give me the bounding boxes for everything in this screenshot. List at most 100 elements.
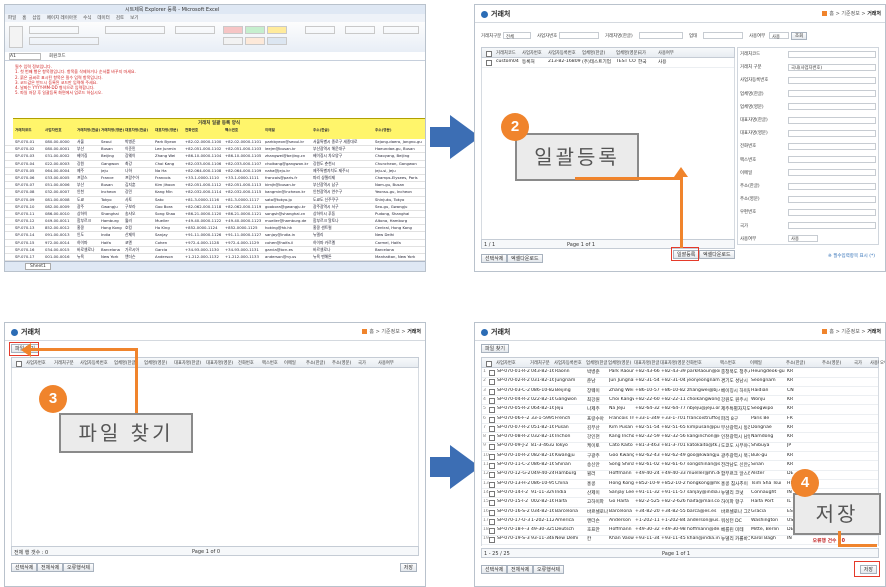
form-field[interactable] bbox=[788, 208, 876, 216]
excel-cell[interactable]: 김지훈 bbox=[125, 182, 154, 188]
table-row[interactable]: 10 SP-070-10-R-2082-82-1691Kwangju 구광주 Goo … bbox=[482, 452, 878, 462]
upload-pager[interactable]: Page 1 of 0 bbox=[192, 549, 220, 555]
excel-cell[interactable]: Nam-gu, Busan bbox=[375, 182, 425, 187]
excel-cell[interactable]: +91-11-0000-1126 bbox=[185, 232, 224, 237]
excel-cell[interactable]: +972-4-000-1128 bbox=[185, 240, 224, 245]
excel-cell[interactable]: Yeonsu-gu, Incheon bbox=[375, 189, 425, 194]
form-field[interactable] bbox=[788, 195, 876, 203]
form-field[interactable]: 국내(사업자번호) bbox=[788, 63, 876, 71]
excel-cell[interactable]: +82-051-000-1102 bbox=[185, 146, 224, 151]
row-checkbox[interactable] bbox=[489, 379, 495, 386]
excel-cell[interactable]: Gangwon bbox=[101, 161, 124, 166]
excel-cell[interactable]: Jeju-si, Jeju bbox=[375, 168, 425, 173]
excel-cell[interactable]: 인도 bbox=[77, 232, 100, 238]
excel-cell[interactable]: 코엔 bbox=[125, 240, 154, 246]
excel-cell[interactable]: Sanjay bbox=[155, 232, 184, 237]
excel-cell[interactable]: garcia@bcn.es bbox=[265, 247, 312, 252]
form-field[interactable] bbox=[788, 76, 876, 84]
excel-cell[interactable]: Manhattan, New York bbox=[375, 254, 425, 259]
error-delete-button[interactable]: 오류행삭제 bbox=[533, 565, 565, 574]
row-checkbox[interactable] bbox=[489, 509, 495, 516]
excel-row[interactable]: SP-070-11 086-00-0010 상하이 Shanghai 송샤오 Song S… bbox=[5, 211, 425, 219]
excel-cell[interactable]: 852-00-0012 bbox=[45, 225, 76, 230]
excel-cell[interactable]: 032-00-0007 bbox=[45, 189, 76, 194]
font-style-toolbar[interactable] bbox=[29, 37, 99, 45]
excel-cell[interactable]: SP-070-13 bbox=[15, 225, 44, 230]
excel-cell[interactable]: 사토 bbox=[125, 197, 154, 203]
excel-cell[interactable]: mueller@hamburg.de bbox=[265, 218, 312, 223]
excel-cell[interactable]: choikang@gangwon.kr bbox=[265, 161, 312, 166]
excel-cell[interactable]: 인천광역시 연수구 bbox=[313, 189, 374, 195]
search-button[interactable]: 조회 bbox=[791, 31, 808, 40]
excel-cell[interactable]: Mueller bbox=[155, 218, 184, 223]
table-row[interactable]: 4 SP-070-04-R-2022-82-1691Gangwon 최강원 Choi … bbox=[482, 396, 878, 406]
form-field[interactable]: 사용 bbox=[788, 235, 818, 243]
excel-cell[interactable]: Incheon bbox=[101, 189, 124, 194]
excel-cell[interactable]: Goo Bora bbox=[155, 204, 184, 209]
excel-cell[interactable]: +1-212-000-1133 bbox=[225, 254, 264, 259]
excel-row[interactable]: SP-070-14 091-00-0013 인도 India 산제이 Sanjay +91-… bbox=[5, 232, 425, 240]
excel-cell[interactable]: +852-0000-1124 bbox=[185, 225, 224, 230]
excel-cell[interactable]: 도쿄도 신주쿠구 bbox=[313, 197, 374, 203]
number-format-select[interactable] bbox=[175, 26, 215, 34]
excel-cell[interactable]: Seo-gu, Gwangju bbox=[375, 204, 425, 209]
row-checkbox[interactable] bbox=[489, 528, 495, 535]
excel-row[interactable]: SP-070-02 080-00-0001 부산 Busan 이준민 Lee Junmin… bbox=[5, 146, 425, 154]
table-row[interactable]: 3 SP-070-03-C-2086-10-8282Beijing 장웨이 Zhang… bbox=[482, 387, 878, 397]
row-checkbox[interactable] bbox=[489, 444, 495, 451]
excel-cell[interactable]: +49-40-0000-1122 bbox=[185, 218, 224, 223]
row-checkbox[interactable] bbox=[489, 435, 495, 442]
excel-cell[interactable]: sato@tokyo.jp bbox=[265, 197, 312, 202]
excel-cell[interactable]: 049-00-0011 bbox=[45, 218, 76, 223]
excel-cell[interactable]: Ho King bbox=[155, 225, 184, 230]
excel-cell[interactable]: parkbyeon@seoul.kr bbox=[265, 139, 312, 144]
excel-cell[interactable]: 하이파 카르멜 bbox=[313, 240, 374, 246]
excel-cell[interactable]: SP-070-12 bbox=[15, 218, 44, 223]
excel-row[interactable]: SP-070-16 034-00-0015 바로셀로나 Barcelona 가르시아 Ga… bbox=[5, 247, 425, 254]
excel-tab-3[interactable]: 페이지 레이아웃 bbox=[47, 15, 77, 21]
excel-cell[interactable]: +82-062-000-1118 bbox=[185, 204, 224, 209]
excel-cell[interactable]: Hong Kong bbox=[101, 225, 124, 230]
form-field[interactable] bbox=[788, 129, 876, 137]
excel-cell[interactable]: kangmin@incheon.kr bbox=[265, 189, 312, 194]
excel-cell[interactable]: Pudong, Shanghai bbox=[375, 211, 425, 216]
delete-all-button[interactable]: 전체삭제 bbox=[37, 563, 64, 572]
excel-row[interactable]: SP-070-08 032-00-0007 인천 Incheon 강민 Kang Min +… bbox=[5, 189, 425, 197]
excel-cell[interactable]: 051-00-0006 bbox=[45, 182, 76, 187]
excel-cell[interactable]: Sejong-daero, Jongno-gu bbox=[375, 139, 425, 144]
formula-bar[interactable]: A1 회원코드 bbox=[5, 52, 425, 61]
excel-cell[interactable]: Sato bbox=[155, 197, 184, 202]
excel-cell[interactable]: 호킹 bbox=[125, 225, 154, 231]
excel-cell[interactable]: sanjay@india.in bbox=[265, 232, 312, 237]
error-delete-button[interactable]: 오류행삭제 bbox=[63, 563, 95, 572]
excel-cell[interactable]: SP-070-11 bbox=[15, 211, 44, 216]
excel-cell[interactable]: SP-070-14 bbox=[15, 232, 44, 237]
style-note[interactable] bbox=[245, 37, 265, 45]
excel-download-button[interactable]: 엑셀다운로드 bbox=[699, 250, 735, 259]
excel-cell[interactable]: +1-212-000-1132 bbox=[185, 254, 224, 259]
table-row[interactable]: custom04 등록처 213-82-16809 (주)테스트기업 TEST CO 한국… bbox=[482, 58, 734, 68]
find-select-button[interactable] bbox=[383, 26, 419, 34]
excel-cell[interactable]: 080-00-0000 bbox=[45, 139, 76, 144]
excel-tab-5[interactable]: 데이터 bbox=[97, 15, 109, 21]
excel-cell[interactable]: +82-02-0000-1100 bbox=[185, 139, 224, 144]
excel-cell[interactable]: Hamburg bbox=[101, 218, 124, 223]
excel-cell[interactable]: Barcelona bbox=[375, 247, 425, 252]
row-checkbox[interactable] bbox=[489, 388, 495, 395]
excel-cell[interactable]: +86-10-0000-1104 bbox=[185, 153, 224, 158]
excel-tab-7[interactable]: 보기 bbox=[130, 15, 138, 21]
style-bad[interactable] bbox=[223, 26, 243, 34]
excel-cell[interactable]: francois@paris.fr bbox=[265, 175, 312, 180]
excel-cell[interactable]: Seoul bbox=[101, 139, 124, 144]
row-checkbox[interactable] bbox=[489, 537, 495, 544]
table-row[interactable]: 11 SP-070-11-C-2086-82-1691Shinan 송신안 Song … bbox=[482, 461, 878, 471]
excel-cell[interactable]: +86-10-0000-1105 bbox=[225, 153, 264, 158]
excel-cell[interactable]: Lee Junmin bbox=[155, 146, 184, 151]
excel-cell[interactable]: 부산광역시 해운대구 bbox=[313, 146, 374, 152]
excel-cell[interactable]: 홍콩 센트럴 bbox=[313, 225, 374, 231]
excel-cell[interactable]: goobora@gwangju.kr bbox=[265, 204, 312, 209]
excel-cell[interactable]: 022-00-0003 bbox=[45, 161, 76, 166]
excel-cell[interactable]: 상하이시 푸둥 bbox=[313, 211, 374, 217]
sort-filter-button[interactable] bbox=[345, 26, 375, 34]
form-field[interactable] bbox=[788, 156, 876, 164]
